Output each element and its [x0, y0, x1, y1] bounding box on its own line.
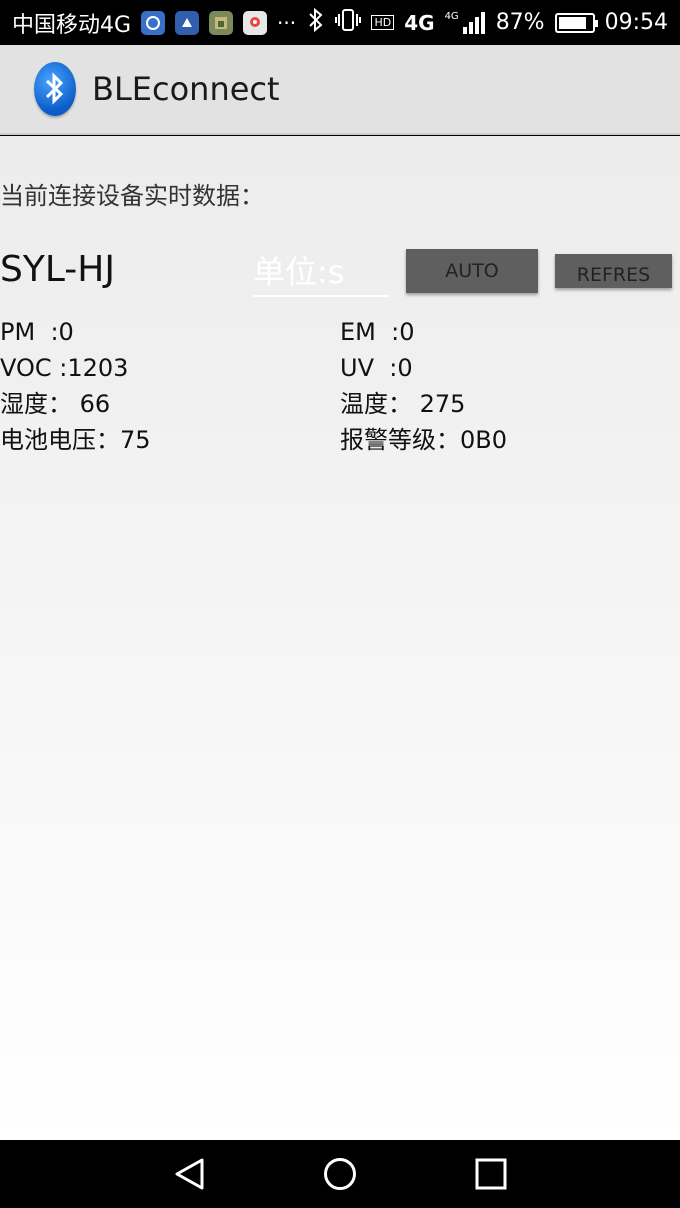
back-icon[interactable] [172, 1157, 206, 1191]
carrier-label: 中国移动4G [12, 12, 132, 38]
reading-voc: VOC :1203 [0, 354, 129, 382]
bluetooth-icon [307, 7, 325, 38]
map-icon [243, 10, 268, 35]
realtime-data-heading: 当前连接设备实时数据： [0, 182, 264, 210]
network-type-small: 4G [444, 10, 459, 22]
gallery-icon [209, 10, 234, 35]
reading-pm: PM :0 [0, 318, 74, 346]
home-icon[interactable] [323, 1157, 357, 1191]
navigation-bar [0, 1140, 680, 1208]
battery-level [558, 16, 587, 29]
network-type: 4G [404, 10, 435, 35]
hd-badge: HD [371, 15, 395, 30]
signal-icon: 4G [445, 11, 486, 35]
interval-unit-input[interactable] [253, 249, 389, 297]
app-notification-icon-1 [141, 10, 166, 35]
battery-icon [554, 12, 598, 33]
app-notification-icon-2 [175, 10, 200, 35]
app-title: BLEconnect [92, 70, 280, 108]
auto-button[interactable]: AUTO [406, 249, 538, 293]
reading-uv: UV :0 [340, 354, 413, 382]
reading-temperature: 温度： 275 [340, 390, 466, 418]
app-bar: BLEconnect [0, 45, 680, 135]
recents-icon[interactable] [474, 1157, 508, 1191]
vibrate-icon [335, 8, 362, 38]
device-name: SYL-HJ [0, 249, 115, 290]
refresh-button[interactable]: REFRES [555, 254, 672, 288]
reading-humidity: 湿度： 66 [0, 390, 111, 418]
battery-percent: 87% [495, 10, 545, 35]
reading-alarm-level: 报警等级：0B0 [340, 426, 508, 454]
bluetooth-logo-icon [34, 62, 76, 116]
more-notifications-icon: ··· [277, 10, 297, 35]
clock: 09:54 [604, 10, 668, 35]
main-content: 当前连接设备实时数据： SYL-HJ AUTO REFRES PM :0 EM … [0, 136, 680, 1140]
status-bar: 中国移动4G ··· HD 4G 4G 87% 09:54 [0, 0, 680, 45]
reading-battery-voltage: 电池电压：75 [0, 426, 151, 454]
reading-em: EM :0 [340, 318, 415, 346]
